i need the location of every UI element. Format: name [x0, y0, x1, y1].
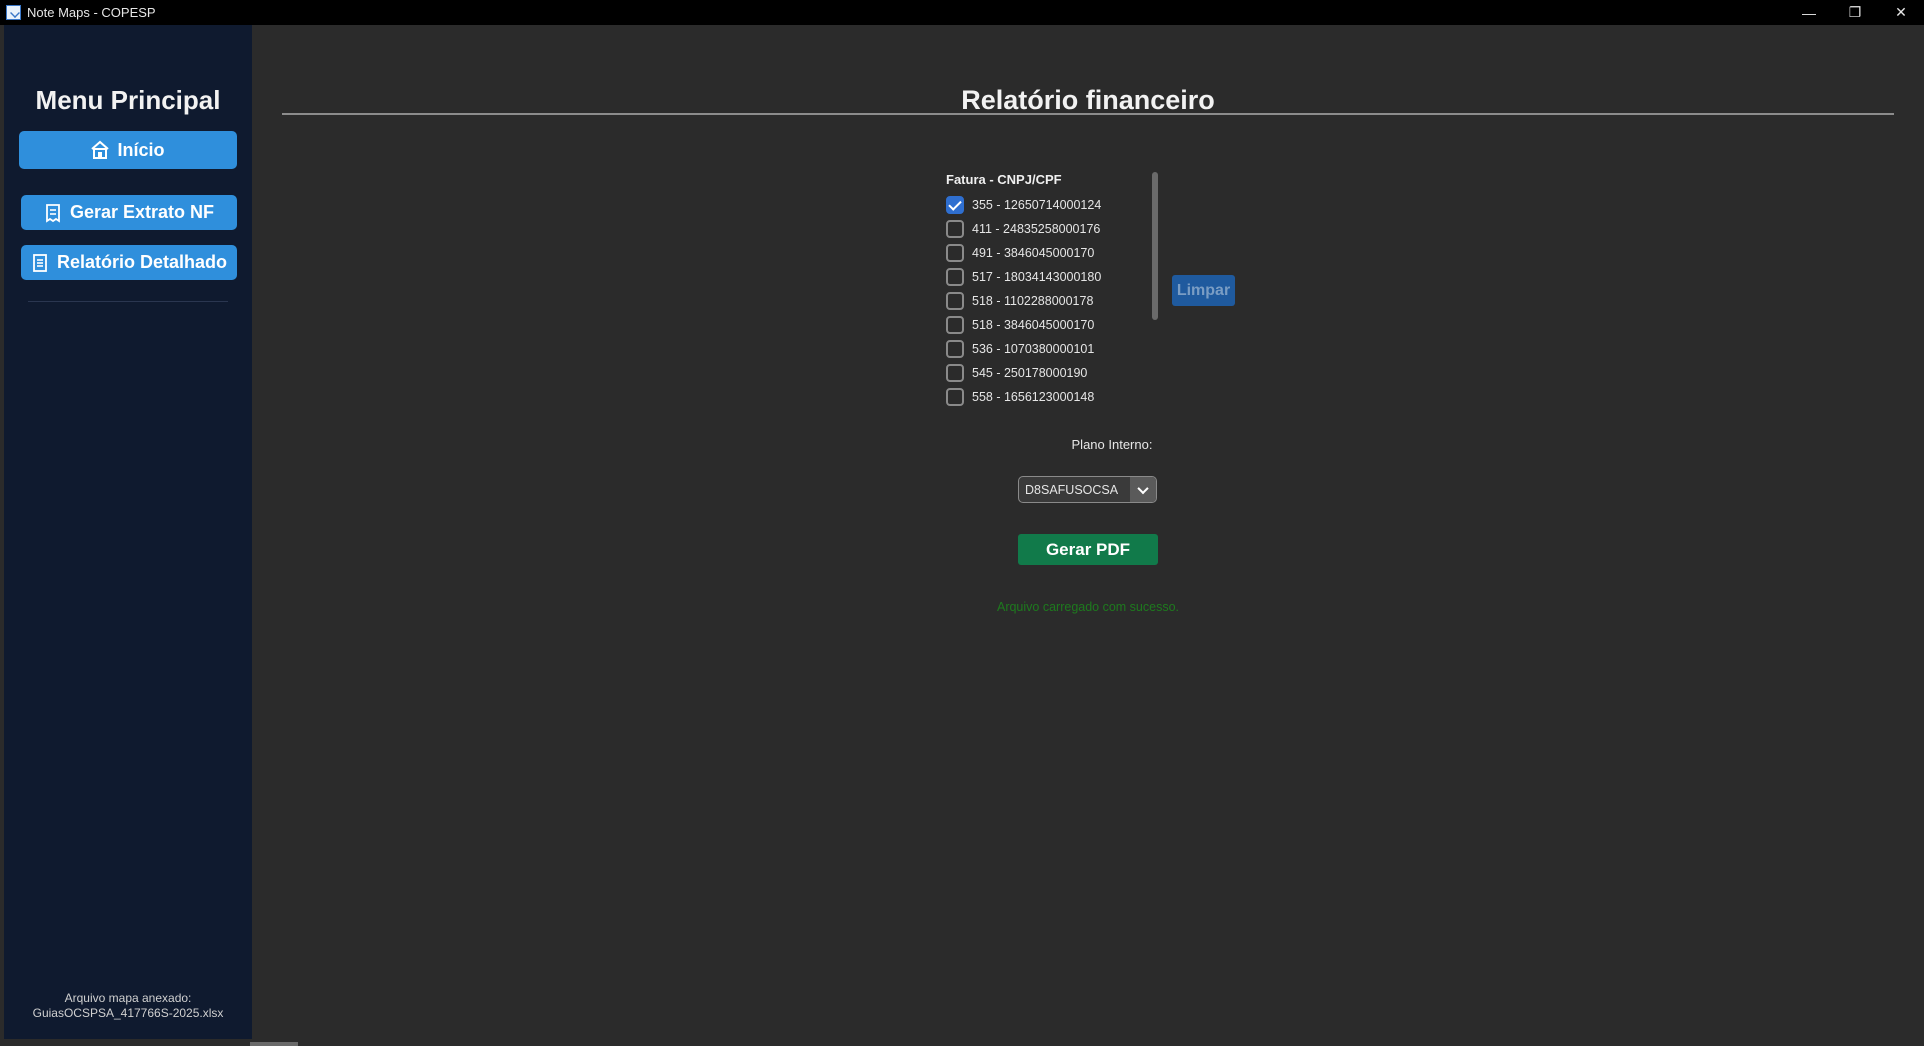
minimize-button[interactable]: — [1786, 0, 1832, 25]
gerar-pdf-button[interactable]: Gerar PDF [1018, 534, 1158, 565]
attached-file-info: Arquivo mapa anexado: GuiasOCSPSA_417766… [4, 991, 252, 1021]
title-bar: Note Maps - COPESP — ❐ ✕ [0, 0, 1924, 25]
fatura-list-item[interactable]: 491 - 3846045000170 [946, 241, 1142, 265]
plano-interno-label: Plano Interno: [1071, 437, 1153, 452]
document-icon [31, 253, 49, 273]
window-title: Note Maps - COPESP [27, 5, 156, 20]
sidebar: Menu Principal Início Gerar Extrato NF R… [4, 25, 252, 1039]
attached-file-name: GuiasOCSPSA_417766S-2025.xlsx [32, 1006, 224, 1020]
chevron-down-icon[interactable] [1130, 477, 1156, 502]
sidebar-title: Menu Principal [35, 85, 221, 115]
close-button[interactable]: ✕ [1878, 0, 1924, 25]
status-message: Arquivo carregado com sucesso. [996, 600, 1180, 614]
fatura-item-label: 517 - 18034143000180 [972, 270, 1102, 284]
fatura-list-header: Fatura - CNPJ/CPF [946, 172, 1062, 187]
receipt-icon [44, 203, 62, 223]
fatura-list: Fatura - CNPJ/CPF 355 - 12650714000124 41… [942, 167, 1142, 425]
main-content: Relatório financeiro Fatura - CNPJ/CPF 3… [252, 25, 1924, 1046]
inicio-button[interactable]: Início [19, 131, 237, 169]
checkbox[interactable] [946, 268, 964, 286]
attached-file-label: Arquivo mapa anexado: [64, 991, 192, 1005]
fatura-item-label: 355 - 12650714000124 [972, 198, 1102, 212]
checkbox[interactable] [946, 316, 964, 334]
home-icon [91, 140, 110, 160]
fatura-item-label: 536 - 1070380000101 [972, 342, 1095, 356]
list-scrollbar[interactable] [1152, 172, 1158, 320]
fatura-item-label: 491 - 3846045000170 [972, 246, 1095, 260]
checkbox[interactable] [946, 364, 964, 382]
fatura-list-item[interactable]: 558 - 1656123000148 [946, 385, 1142, 409]
inicio-label: Início [117, 139, 165, 160]
title-divider [282, 113, 1894, 115]
fatura-list-item[interactable]: 536 - 1070380000101 [946, 337, 1142, 361]
app-window: Note Maps - COPESP — ❐ ✕ Menu Principal … [0, 0, 1924, 1046]
plano-interno-select[interactable]: D8SAFUSOCSA [1018, 476, 1157, 503]
plano-interno-value: D8SAFUSOCSA [1025, 482, 1119, 497]
checkbox[interactable] [946, 340, 964, 358]
fatura-list-item[interactable]: 517 - 18034143000180 [946, 265, 1142, 289]
checkbox[interactable] [946, 292, 964, 310]
fatura-list-item[interactable]: 545 - 250178000190 [946, 361, 1142, 385]
fatura-list-item[interactable]: 518 - 3846045000170 [946, 313, 1142, 337]
restore-button[interactable]: ❐ [1832, 0, 1878, 25]
app-icon [6, 5, 21, 20]
page-title: Relatório financeiro [961, 85, 1215, 115]
limpar-button[interactable]: Limpar [1172, 275, 1235, 306]
fatura-list-item[interactable]: 411 - 24835258000176 [946, 217, 1142, 241]
gerar-extrato-nf-button[interactable]: Gerar Extrato NF [21, 195, 237, 230]
checkbox[interactable] [946, 244, 964, 262]
fatura-list-item[interactable]: 518 - 1102288000178 [946, 289, 1142, 313]
horizontal-scrollbar[interactable] [250, 1042, 298, 1046]
gerar-extrato-nf-label: Gerar Extrato NF [69, 202, 215, 222]
checkbox[interactable] [946, 388, 964, 406]
checkbox-checked[interactable] [946, 196, 964, 214]
relatorio-detalhado-label: Relatório Detalhado [56, 252, 228, 272]
fatura-item-label: 545 - 250178000190 [972, 366, 1088, 380]
fatura-item-label: 558 - 1656123000148 [972, 390, 1095, 404]
relatorio-detalhado-button[interactable]: Relatório Detalhado [21, 245, 237, 280]
fatura-item-label: 411 - 24835258000176 [972, 222, 1101, 236]
checkbox[interactable] [946, 220, 964, 238]
fatura-item-label: 518 - 3846045000170 [972, 318, 1095, 332]
sidebar-divider [28, 301, 228, 302]
fatura-list-item[interactable]: 355 - 12650714000124 [946, 193, 1142, 217]
fatura-item-label: 518 - 1102288000178 [972, 294, 1094, 308]
